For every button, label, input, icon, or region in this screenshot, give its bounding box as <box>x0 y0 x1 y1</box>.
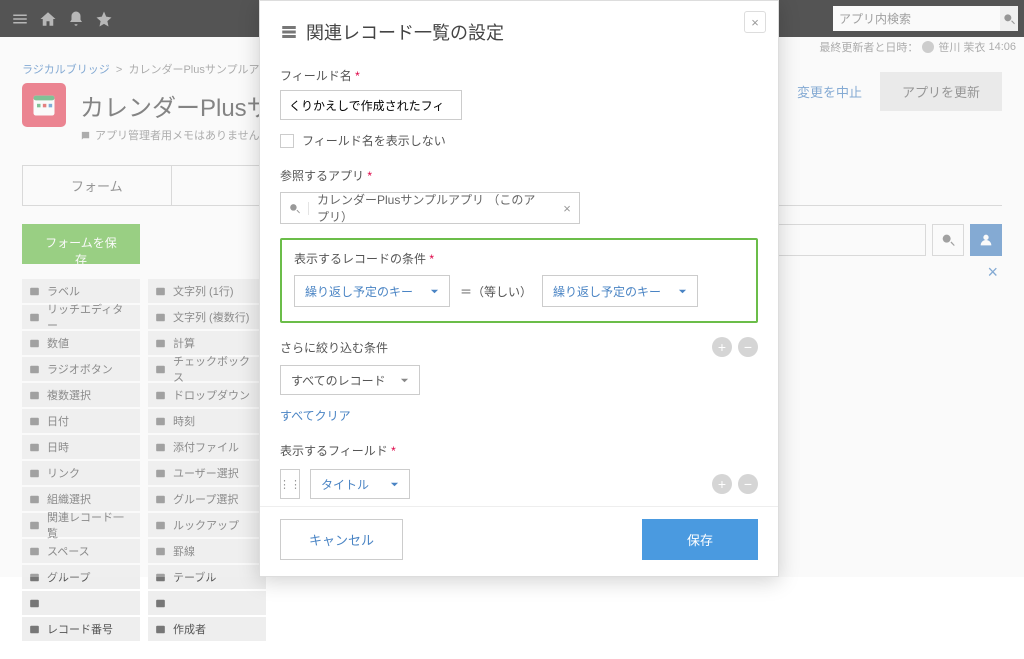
filter-add-button[interactable]: + <box>712 337 732 357</box>
modal-close-button[interactable]: × <box>744 11 766 33</box>
search-icon <box>281 202 309 215</box>
clear-all-link[interactable]: すべてクリア <box>280 407 758 424</box>
related-records-settings-modal: 関連レコード一覧の設定 × フィールド名 * フィールド名を表示しない 参照する… <box>259 0 779 577</box>
field-remove-button[interactable]: − <box>738 474 758 494</box>
modal-save-button[interactable]: 保存 <box>642 519 758 560</box>
field-add-button[interactable]: + <box>712 474 732 494</box>
required-mark: * <box>367 169 372 183</box>
required-mark: * <box>355 69 360 83</box>
required-mark: * <box>429 252 434 266</box>
modal-title: 関連レコード一覧の設定 <box>306 19 504 45</box>
ref-app-select[interactable]: カレンダーPlusサンプルアプリ （このアプリ） × <box>280 192 580 224</box>
display-field-row: ⋮⋮ タイトル +− <box>280 469 758 499</box>
condition-label: 表示するレコードの条件 <box>294 252 426 266</box>
palette-item[interactable]: 作成者 <box>148 617 266 641</box>
field-name-label: フィールド名 <box>280 69 352 83</box>
palette-item[interactable] <box>148 591 266 615</box>
display-field-select[interactable]: タイトル <box>310 469 410 499</box>
ref-app-label: 参照するアプリ <box>280 169 364 183</box>
ref-app-value: カレンダーPlusサンプルアプリ （このアプリ） <box>309 191 555 225</box>
modal-cancel-button[interactable]: キャンセル <box>280 519 403 560</box>
required-mark: * <box>391 444 396 458</box>
condition-operator: ＝（等しい） <box>460 283 532 300</box>
filter-remove-button[interactable]: − <box>738 337 758 357</box>
field-name-input[interactable] <box>280 90 462 120</box>
condition-left-select[interactable]: 繰り返し予定のキー <box>294 275 450 307</box>
hide-field-name-label: フィールド名を表示しない <box>302 132 446 149</box>
related-records-icon <box>280 23 298 41</box>
palette-item[interactable] <box>22 591 140 615</box>
condition-right-select[interactable]: 繰り返し予定のキー <box>542 275 698 307</box>
display-fields-label: 表示するフィールド <box>280 444 388 458</box>
palette-item[interactable]: レコード番号 <box>22 617 140 641</box>
ref-app-clear[interactable]: × <box>555 201 579 216</box>
filter-select[interactable]: すべてのレコード <box>280 365 420 395</box>
hide-field-name-checkbox[interactable]: フィールド名を表示しない <box>280 132 758 149</box>
drag-handle[interactable]: ⋮⋮ <box>280 469 300 499</box>
filter-label: さらに絞り込む条件 <box>280 339 388 356</box>
